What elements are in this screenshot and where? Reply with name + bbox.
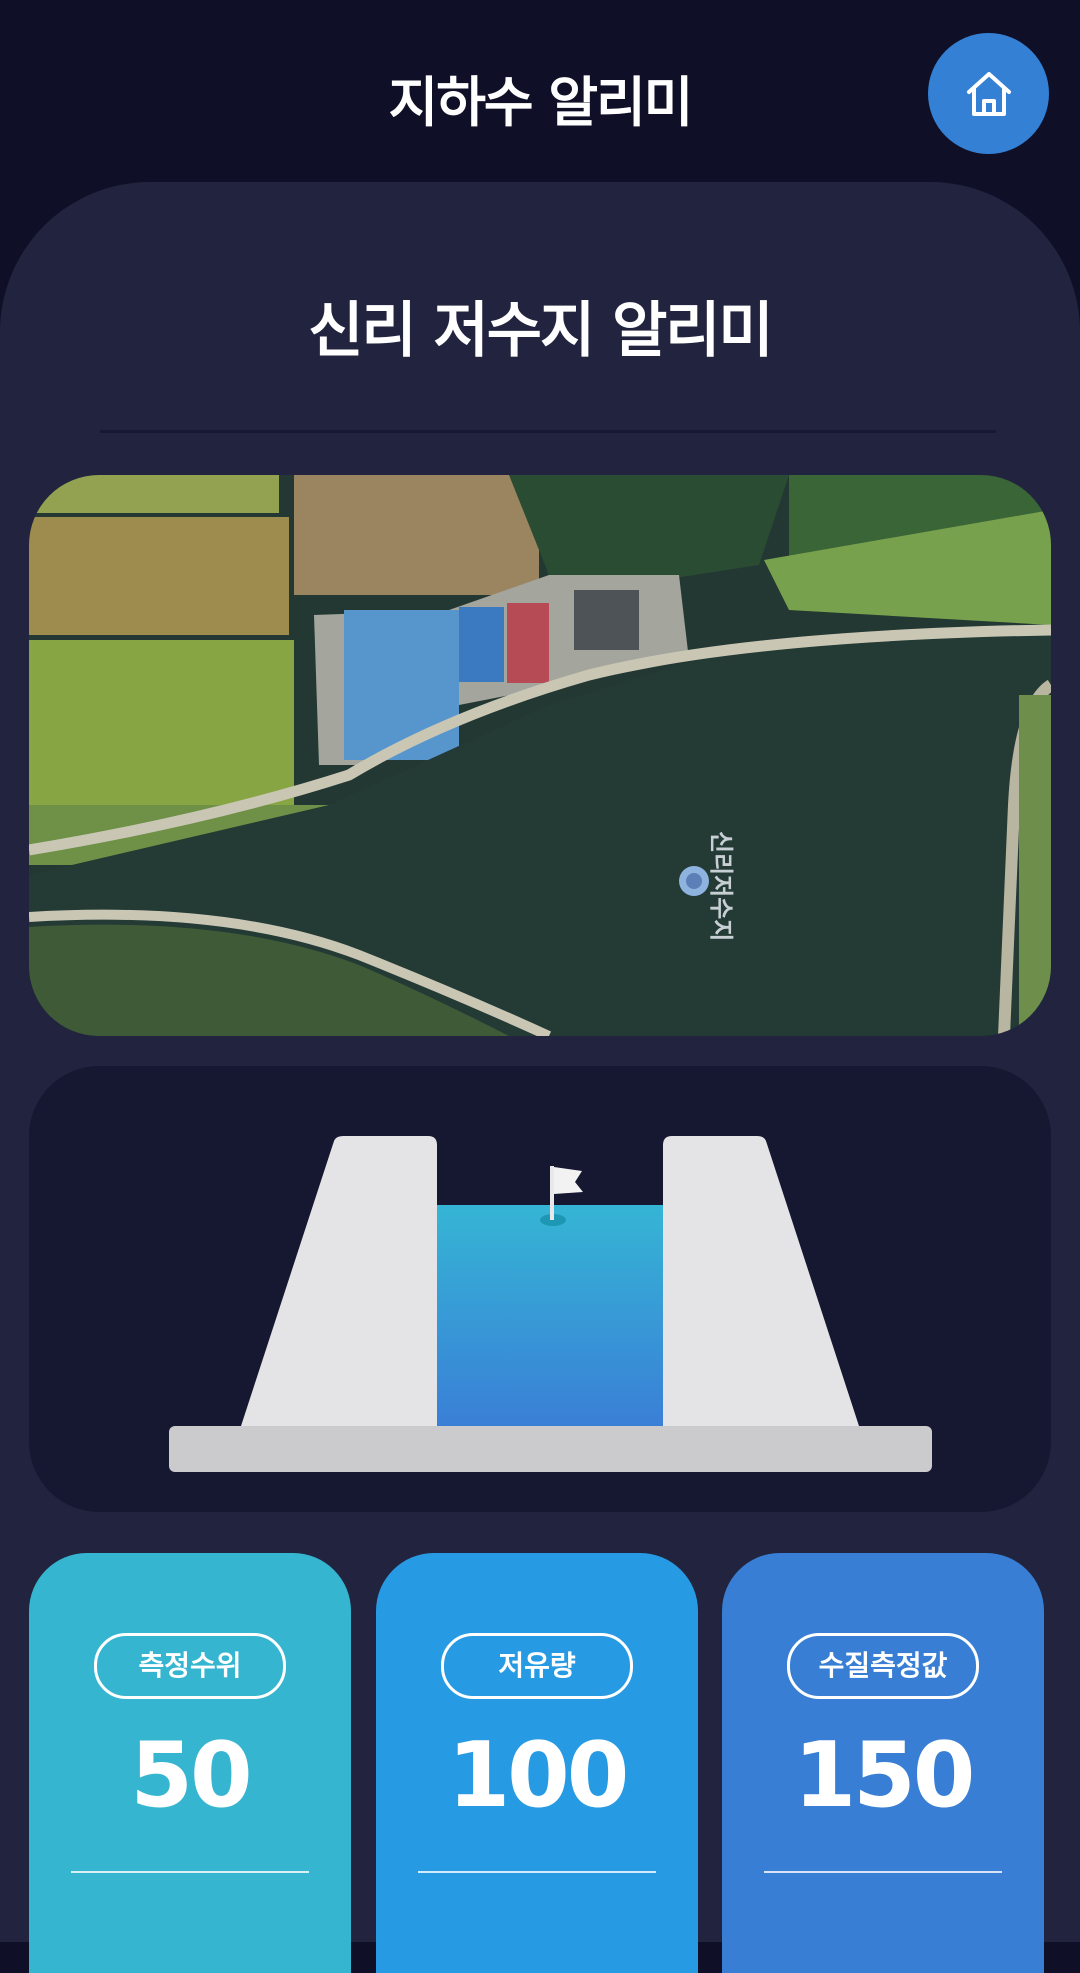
right-dam-wall [663, 1136, 859, 1426]
stat-divider [764, 1871, 1002, 1873]
reservoir-title: 신리 저수지 알리미 [308, 296, 773, 366]
water-level-gauge [29, 1066, 1051, 1512]
stat-label: 수질측정값 [787, 1633, 979, 1699]
water-fill [437, 1205, 663, 1426]
satellite-map-image [29, 475, 1051, 1036]
stat-value: 150 [793, 1723, 976, 1828]
stat-value: 100 [447, 1723, 630, 1828]
map-place-label: 신리저수지 [707, 831, 735, 942]
left-dam-wall [241, 1136, 437, 1426]
dam-illustration [169, 1136, 932, 1472]
stat-card-water-level[interactable]: 측정수위 50 [29, 1553, 351, 1973]
stat-card-water-quality[interactable]: 수질측정값 150 [722, 1553, 1044, 1973]
stat-label: 저유량 [441, 1633, 633, 1699]
stat-value: 50 [130, 1723, 252, 1828]
home-button[interactable] [928, 33, 1049, 154]
satellite-map[interactable]: 신리저수지 [29, 475, 1051, 1036]
stat-divider [71, 1871, 309, 1873]
home-icon [966, 71, 1011, 116]
stat-card-storage[interactable]: 저유량 100 [376, 1553, 698, 1973]
dam-base [169, 1426, 932, 1472]
stat-label: 측정수위 [94, 1633, 286, 1699]
title-divider [100, 430, 996, 433]
app-title: 지하수 알리미 [388, 71, 694, 134]
stat-divider [418, 1871, 656, 1873]
